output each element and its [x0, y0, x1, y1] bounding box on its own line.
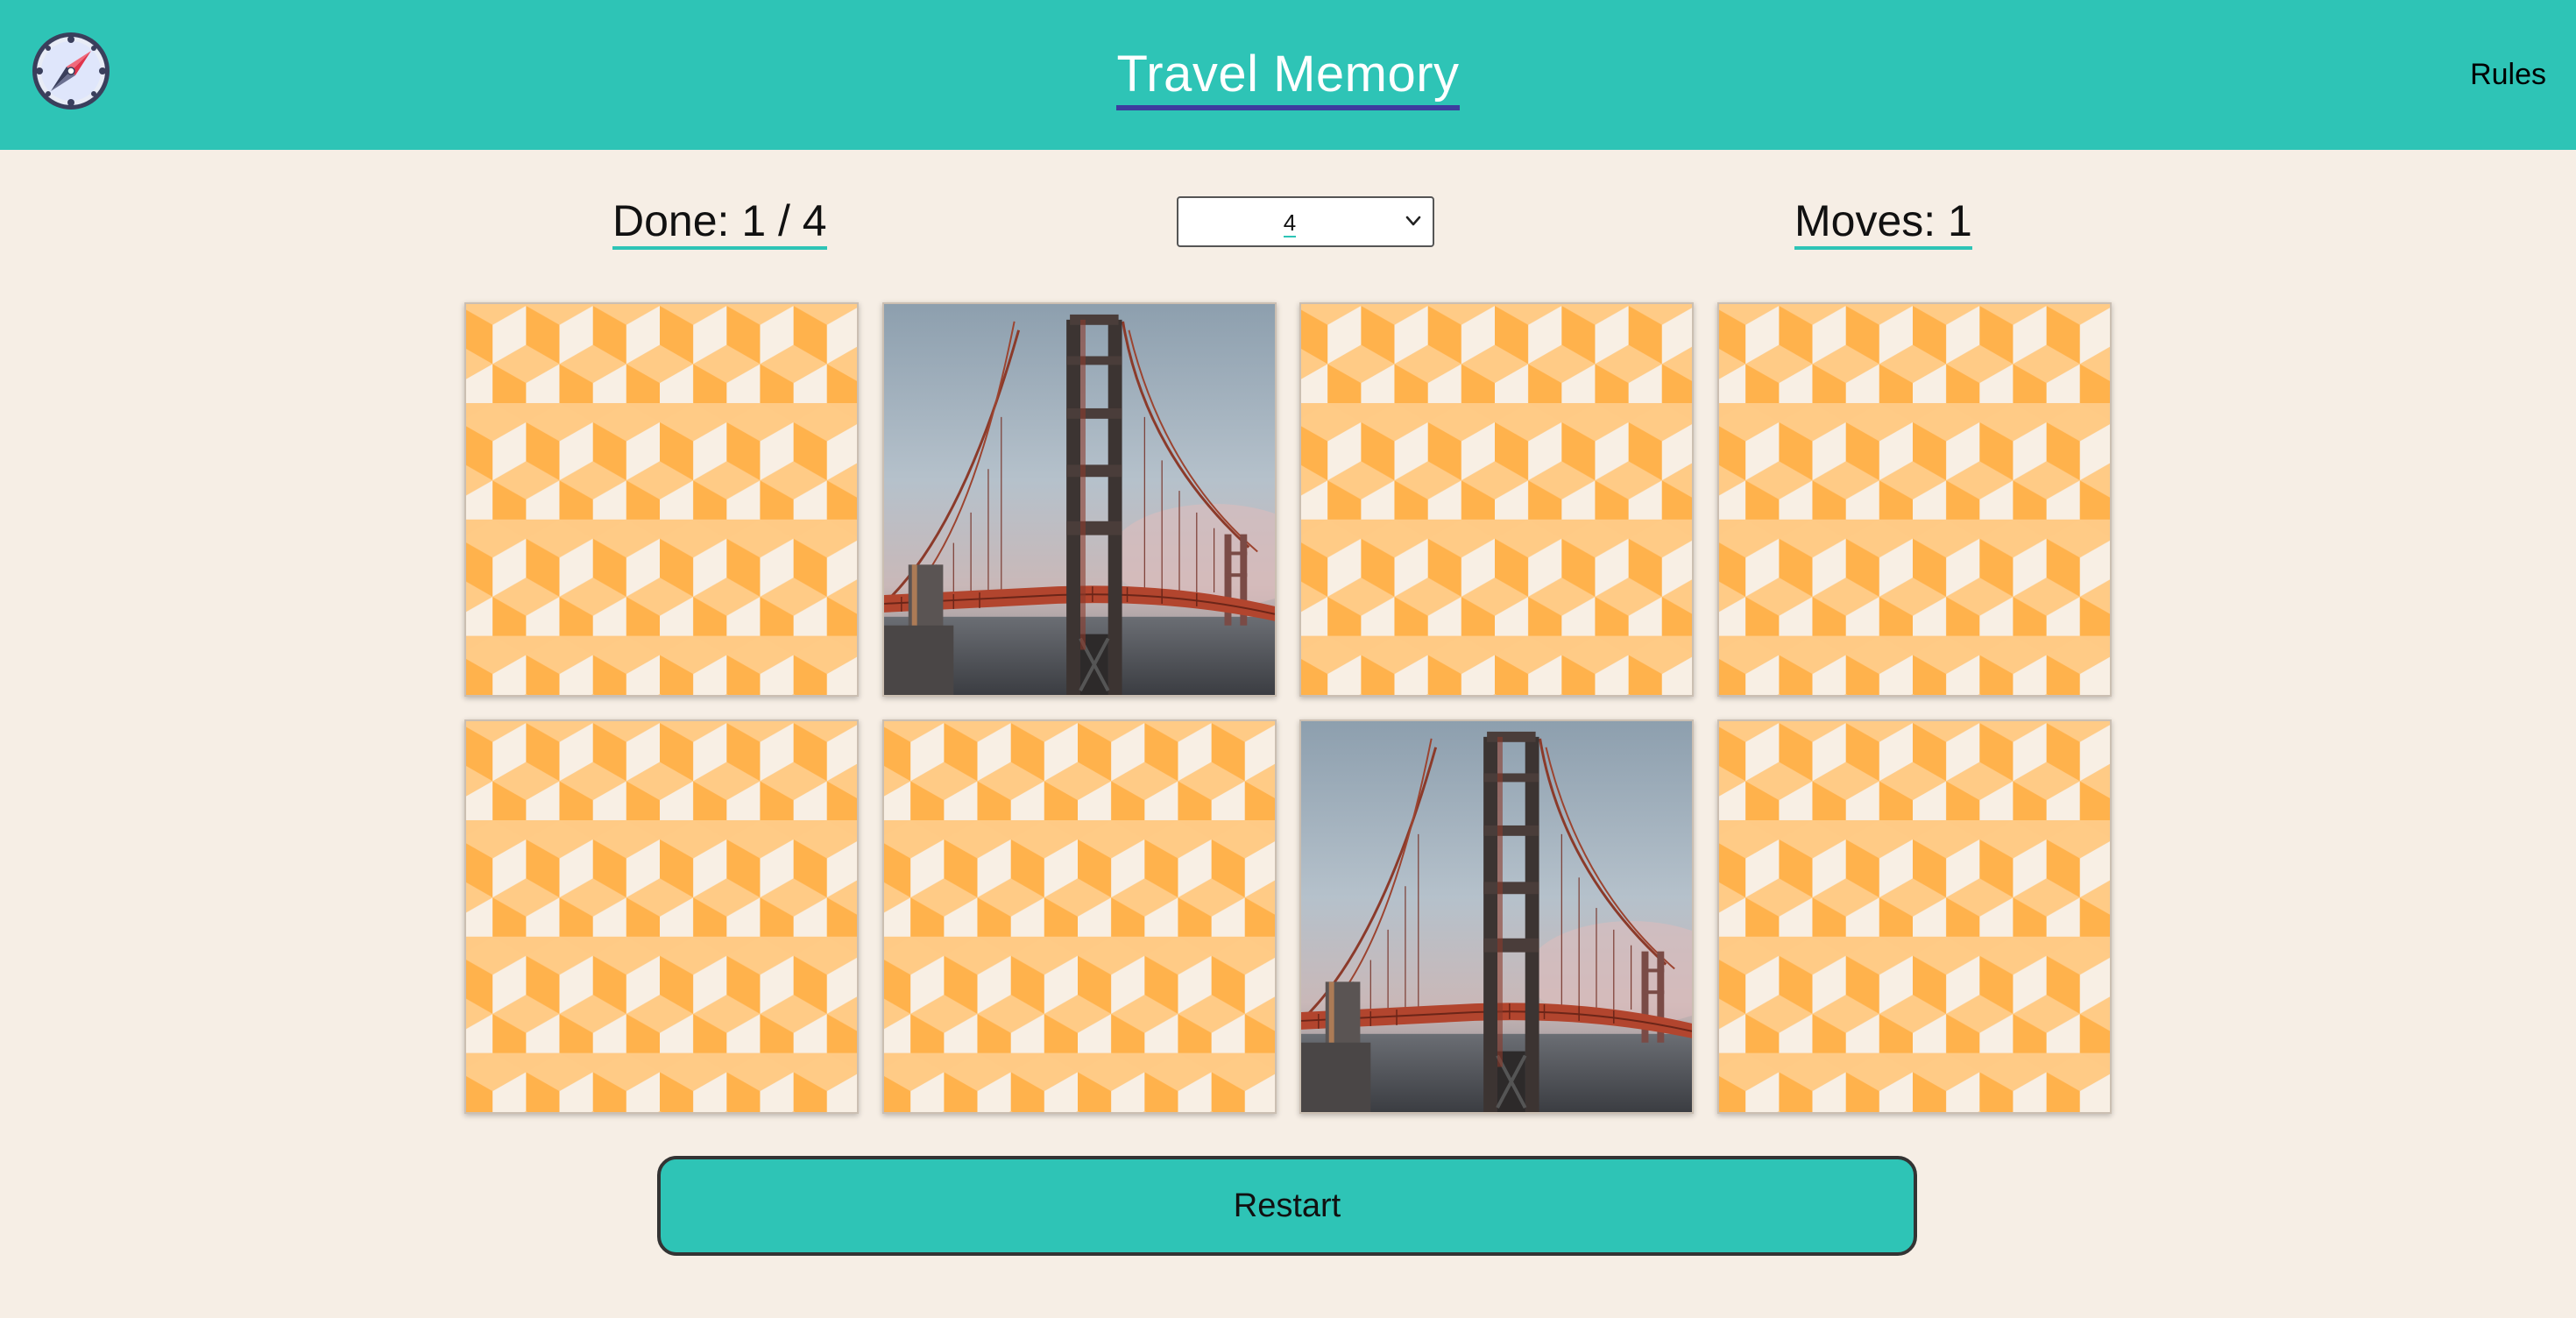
card-back-pattern: [466, 721, 857, 1112]
done-counter-text: Done: 1 / 4: [612, 195, 827, 250]
memory-card-face-down[interactable]: [464, 719, 859, 1114]
card-back-pattern: [1718, 721, 2110, 1112]
page-title-text[interactable]: Travel Memory: [1116, 44, 1460, 110]
restart-button[interactable]: Restart: [657, 1156, 1917, 1256]
golden-gate-bridge-image: [883, 304, 1275, 695]
memory-card-face-down[interactable]: [1716, 719, 2112, 1114]
chevron-down-icon: [1405, 216, 1421, 226]
board-size-select[interactable]: 4: [1177, 196, 1434, 247]
moves-counter-text: Moves: 1: [1794, 195, 1972, 250]
card-back-pattern: [466, 304, 857, 695]
memory-card-face-down[interactable]: [881, 719, 1277, 1114]
golden-gate-bridge-image: [1301, 721, 1692, 1112]
moves-counter: Moves: 1: [1794, 193, 1972, 250]
rules-link[interactable]: Rules: [2470, 55, 2546, 94]
page-title[interactable]: Travel Memory: [0, 44, 2576, 110]
memory-card-face-down[interactable]: [464, 302, 859, 697]
memory-card-face-up[interactable]: [1299, 719, 1694, 1114]
memory-card-face-up[interactable]: [881, 302, 1277, 697]
card-back-pattern: [883, 721, 1275, 1112]
board-size-value: 4: [1283, 209, 1297, 237]
card-back-pattern: [1718, 304, 2110, 695]
app-header: Travel Memory Rules: [0, 0, 2576, 150]
card-back-pattern: [1301, 304, 1692, 695]
memory-card-face-down[interactable]: [1299, 302, 1694, 697]
done-counter: Done: 1 / 4: [612, 193, 827, 250]
memory-card-face-down[interactable]: [1716, 302, 2112, 697]
